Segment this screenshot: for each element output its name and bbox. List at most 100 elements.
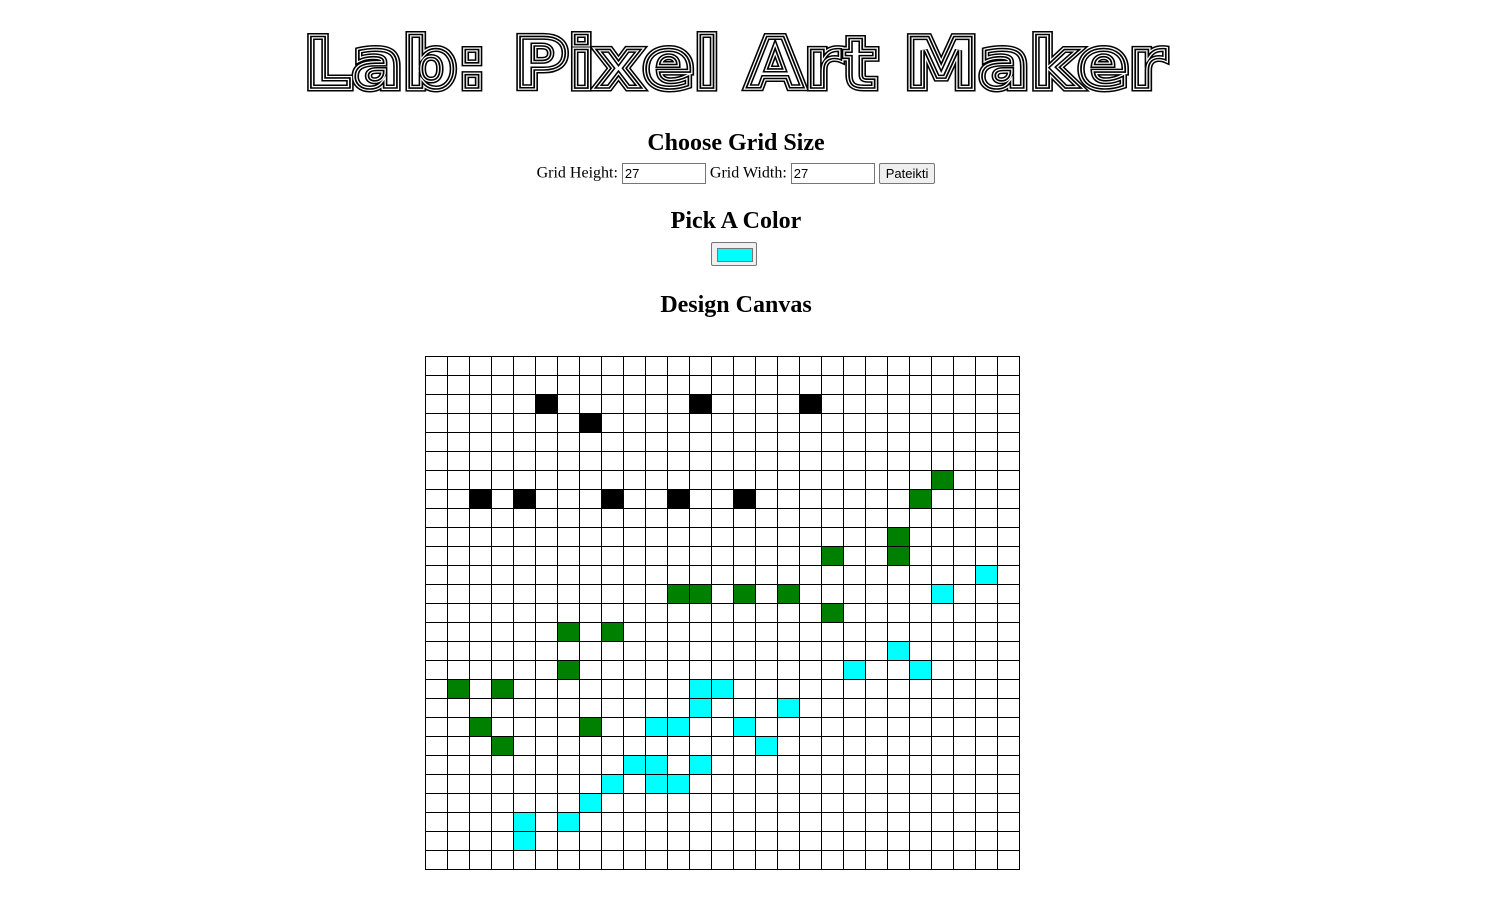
grid-cell[interactable] (513, 470, 536, 490)
grid-cell[interactable] (469, 565, 492, 585)
grid-cell[interactable] (843, 736, 866, 756)
grid-cell[interactable] (799, 546, 822, 566)
grid-cell[interactable] (601, 679, 624, 699)
grid-cell[interactable] (887, 850, 910, 870)
grid-cell[interactable] (447, 755, 470, 775)
grid-cell[interactable] (711, 565, 734, 585)
grid-cell[interactable] (777, 774, 800, 794)
grid-cell[interactable] (997, 546, 1020, 566)
grid-cell[interactable] (799, 755, 822, 775)
grid-cell[interactable] (997, 432, 1020, 452)
grid-cell[interactable] (953, 470, 976, 490)
grid-cell[interactable] (931, 831, 954, 851)
grid-cell[interactable] (513, 413, 536, 433)
grid-cell[interactable] (579, 850, 602, 870)
grid-cell[interactable] (821, 850, 844, 870)
grid-cell[interactable] (513, 850, 536, 870)
grid-cell[interactable] (667, 508, 690, 528)
grid-cell[interactable] (623, 432, 646, 452)
grid-cell[interactable] (755, 375, 778, 395)
grid-cell[interactable] (733, 698, 756, 718)
grid-cell[interactable] (689, 584, 712, 604)
grid-cell[interactable] (755, 812, 778, 832)
grid-cell[interactable] (909, 527, 932, 547)
grid-cell[interactable] (469, 679, 492, 699)
grid-cell[interactable] (667, 413, 690, 433)
grid-cell[interactable] (865, 394, 888, 414)
grid-cell[interactable] (689, 793, 712, 813)
grid-cell[interactable] (689, 812, 712, 832)
grid-cell[interactable] (733, 584, 756, 604)
grid-cell[interactable] (711, 394, 734, 414)
grid-cell[interactable] (667, 717, 690, 737)
grid-cell[interactable] (557, 793, 580, 813)
grid-cell[interactable] (535, 432, 558, 452)
grid-cell[interactable] (997, 831, 1020, 851)
grid-cell[interactable] (535, 660, 558, 680)
grid-cell[interactable] (821, 622, 844, 642)
grid-cell[interactable] (931, 527, 954, 547)
grid-cell[interactable] (887, 584, 910, 604)
grid-cell[interactable] (843, 850, 866, 870)
grid-cell[interactable] (645, 508, 668, 528)
grid-height-input[interactable] (621, 163, 706, 184)
grid-cell[interactable] (755, 660, 778, 680)
grid-cell[interactable] (755, 565, 778, 585)
grid-cell[interactable] (777, 489, 800, 509)
grid-cell[interactable] (865, 413, 888, 433)
grid-cell[interactable] (733, 660, 756, 680)
grid-cell[interactable] (909, 850, 932, 870)
grid-cell[interactable] (469, 451, 492, 471)
grid-cell[interactable] (821, 774, 844, 794)
grid-cell[interactable] (975, 565, 998, 585)
grid-cell[interactable] (777, 660, 800, 680)
grid-cell[interactable] (557, 375, 580, 395)
grid-cell[interactable] (491, 565, 514, 585)
grid-cell[interactable] (667, 812, 690, 832)
grid-cell[interactable] (843, 755, 866, 775)
grid-cell[interactable] (887, 812, 910, 832)
grid-cell[interactable] (777, 603, 800, 623)
grid-cell[interactable] (799, 508, 822, 528)
grid-cell[interactable] (909, 603, 932, 623)
grid-cell[interactable] (733, 622, 756, 642)
grid-cell[interactable] (953, 603, 976, 623)
grid-cell[interactable] (689, 736, 712, 756)
grid-cell[interactable] (865, 679, 888, 699)
grid-cell[interactable] (491, 736, 514, 756)
grid-cell[interactable] (777, 679, 800, 699)
grid-cell[interactable] (447, 850, 470, 870)
grid-cell[interactable] (513, 451, 536, 471)
grid-cell[interactable] (645, 679, 668, 699)
grid-cell[interactable] (953, 565, 976, 585)
grid-cell[interactable] (535, 812, 558, 832)
grid-cell[interactable] (623, 774, 646, 794)
grid-cell[interactable] (557, 831, 580, 851)
grid-cell[interactable] (799, 489, 822, 509)
grid-cell[interactable] (887, 755, 910, 775)
grid-cell[interactable] (689, 850, 712, 870)
grid-cell[interactable] (821, 470, 844, 490)
grid-cell[interactable] (469, 793, 492, 813)
grid-cell[interactable] (645, 546, 668, 566)
grid-cell[interactable] (887, 356, 910, 376)
grid-cell[interactable] (579, 641, 602, 661)
grid-cell[interactable] (491, 698, 514, 718)
grid-cell[interactable] (865, 603, 888, 623)
grid-cell[interactable] (887, 679, 910, 699)
grid-cell[interactable] (491, 774, 514, 794)
grid-cell[interactable] (645, 432, 668, 452)
grid-cell[interactable] (447, 831, 470, 851)
grid-cell[interactable] (953, 736, 976, 756)
grid-cell[interactable] (975, 394, 998, 414)
grid-cell[interactable] (623, 717, 646, 737)
grid-cell[interactable] (931, 489, 954, 509)
grid-cell[interactable] (887, 736, 910, 756)
grid-cell[interactable] (755, 774, 778, 794)
grid-cell[interactable] (799, 793, 822, 813)
grid-cell[interactable] (535, 527, 558, 547)
grid-cell[interactable] (975, 603, 998, 623)
grid-cell[interactable] (843, 622, 866, 642)
grid-cell[interactable] (513, 356, 536, 376)
grid-cell[interactable] (579, 698, 602, 718)
